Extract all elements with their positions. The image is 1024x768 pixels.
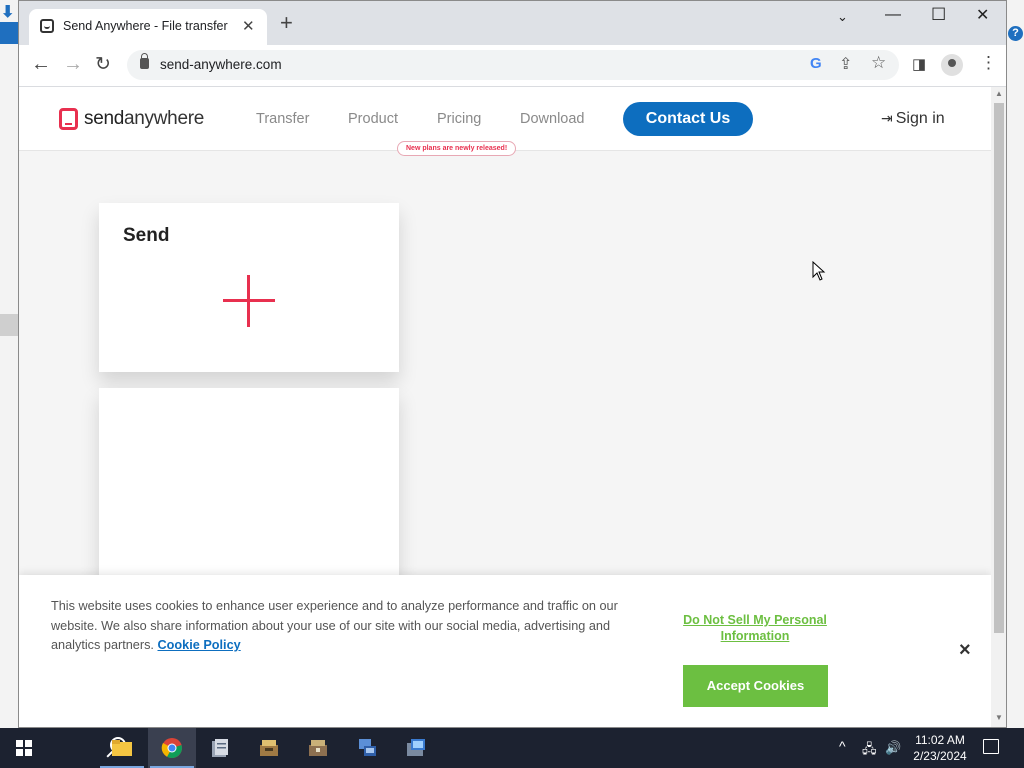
toolbox-icon <box>309 740 327 756</box>
documents-icon <box>212 739 228 757</box>
page-scrollbar[interactable]: ▲ ▼ <box>991 87 1006 727</box>
taskbar-chrome[interactable] <box>148 728 196 768</box>
tab-title: Send Anywhere - File transfer <box>63 19 228 33</box>
cookie-banner: This website uses cookies to enhance use… <box>19 575 991 727</box>
accept-cookies-button[interactable]: Accept Cookies <box>683 665 828 707</box>
network-computer-icon <box>359 739 376 756</box>
do-not-sell-link[interactable]: Do Not Sell My Personal Information <box>667 612 843 644</box>
browser-tab[interactable]: Send Anywhere - File transfer ✕ <box>29 9 267 45</box>
profile-avatar-icon[interactable] <box>941 54 963 76</box>
desktop-blue-band <box>0 22 18 44</box>
help-icon[interactable]: ? <box>1008 26 1023 41</box>
browser-toolbar: ← → ↻ send-anywhere.com G ⇪ ☆ ◨ ⋮ <box>19 45 1006 87</box>
taskbar: ^ 🖧 🔊 11:02 AM 2/23/2024 <box>0 728 1024 768</box>
send-card[interactable]: Send <box>99 203 399 372</box>
folder-icon <box>112 740 132 756</box>
logo-wordmark: sendanywhere <box>84 108 204 129</box>
scrollbar-thumb[interactable] <box>994 103 1004 633</box>
share-icon[interactable]: ⇪ <box>839 54 852 74</box>
tab-close-icon[interactable]: ✕ <box>242 17 255 35</box>
cookie-policy-link[interactable]: Cookie Policy <box>158 638 241 652</box>
cookie-close-icon[interactable]: × <box>959 639 971 662</box>
taskbar-app-5[interactable] <box>294 728 342 768</box>
new-plans-badge: New plans are newly released! <box>397 141 517 156</box>
sign-in-label: Sign in <box>895 110 945 127</box>
clock-time: 11:02 AM <box>915 733 965 747</box>
taskbar-app-6[interactable] <box>343 728 391 768</box>
contact-us-button[interactable]: Contact Us <box>623 102 753 136</box>
nav-download[interactable]: Download <box>520 111 585 127</box>
sign-in-link[interactable]: ⇥ Sign in <box>881 110 945 128</box>
url-text[interactable]: send-anywhere.com <box>160 57 282 72</box>
nav-pricing[interactable]: Pricing <box>437 111 481 127</box>
volume-icon[interactable]: 🔊 <box>885 740 901 756</box>
scroll-down-arrow-icon[interactable]: ▼ <box>995 713 1003 722</box>
search-button[interactable] <box>48 728 126 768</box>
send-anywhere-favicon-icon <box>40 19 54 33</box>
tools-icon <box>260 740 278 756</box>
download-arrow-icon: ⬇ <box>1 4 15 21</box>
tray-overflow-chevron-icon[interactable]: ^ <box>839 738 846 754</box>
sign-in-icon: ⇥ <box>881 110 893 126</box>
send-anywhere-logo[interactable]: sendanywhere <box>59 108 204 130</box>
window-close-icon[interactable]: ✕ <box>976 5 989 25</box>
maximize-icon[interactable]: ☐ <box>931 5 946 25</box>
notification-center-icon[interactable] <box>983 739 999 754</box>
google-translate-icon[interactable]: G <box>810 55 822 72</box>
computer-management-icon <box>407 739 425 756</box>
minimize-icon[interactable]: — <box>885 6 901 24</box>
lock-icon[interactable] <box>140 53 149 69</box>
bookmark-star-icon[interactable]: ☆ <box>871 53 886 73</box>
desktop-right-edge: ? <box>1006 0 1024 730</box>
nav-product[interactable]: Product <box>348 111 398 127</box>
reload-icon[interactable]: ↻ <box>95 53 111 76</box>
browser-window: Send Anywhere - File transfer ✕ + ⌄ — ☐ … <box>18 0 1007 728</box>
desktop-left-edge: ⬇ <box>0 0 18 730</box>
nav-transfer[interactable]: Transfer <box>256 111 309 127</box>
kebab-menu-icon[interactable]: ⋮ <box>980 53 997 73</box>
cookie-message: This website uses cookies to enhance use… <box>51 599 618 652</box>
clock-date: 2/23/2024 <box>913 749 967 763</box>
chrome-icon <box>161 738 182 759</box>
side-panel-icon[interactable]: ◨ <box>912 55 926 73</box>
start-button[interactable] <box>0 728 48 768</box>
taskbar-file-explorer[interactable] <box>98 728 146 768</box>
forward-arrow-icon[interactable]: → <box>63 53 83 76</box>
web-page: sendanywhere Transfer Product Pricing Do… <box>19 87 991 727</box>
receive-card <box>99 388 399 588</box>
network-icon[interactable]: 🖧 <box>862 740 877 762</box>
system-clock[interactable]: 11:02 AM 2/23/2024 <box>908 732 972 764</box>
desktop-grey-band <box>0 314 18 336</box>
scroll-up-arrow-icon[interactable]: ▲ <box>995 89 1003 98</box>
address-bar[interactable]: send-anywhere.com G ⇪ ☆ <box>127 50 899 80</box>
windows-logo-icon <box>16 740 32 756</box>
tab-strip: Send Anywhere - File transfer ✕ + ⌄ — ☐ … <box>19 1 1006 45</box>
send-card-title: Send <box>123 225 170 246</box>
add-file-plus-icon[interactable] <box>223 275 275 327</box>
taskbar-app-4[interactable] <box>245 728 293 768</box>
back-arrow-icon[interactable]: ← <box>31 53 51 76</box>
new-tab-button[interactable]: + <box>280 12 293 34</box>
site-header: sendanywhere Transfer Product Pricing Do… <box>19 87 991 156</box>
taskbar-app-3[interactable] <box>196 728 244 768</box>
taskbar-app-7[interactable] <box>392 728 440 768</box>
logo-mark-icon <box>59 108 78 130</box>
tab-search-chevron-icon[interactable]: ⌄ <box>837 9 848 25</box>
